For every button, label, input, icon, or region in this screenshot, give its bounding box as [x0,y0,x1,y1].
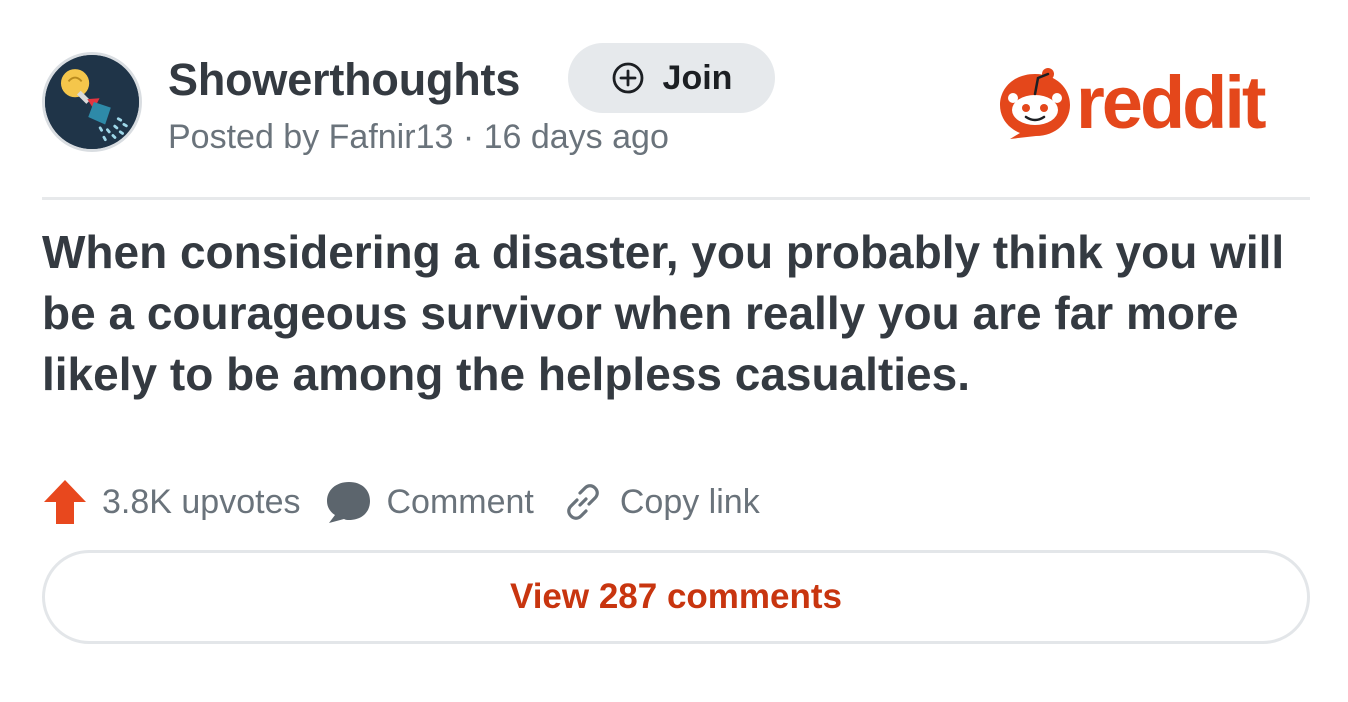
comment-label: Comment [386,482,534,521]
copy-link-label: Copy link [619,482,760,521]
upvote-button[interactable]: 3.8K upvotes [42,478,300,526]
post-meta: Posted by Fafnir13 · 16 days ago [168,118,669,156]
upvote-arrow-icon [44,480,86,524]
join-button[interactable]: Join [568,43,775,113]
link-icon [567,484,599,520]
reddit-wordmark: reddit [1076,61,1267,144]
subreddit-name[interactable]: Showerthoughts [168,54,520,106]
header-divider [42,197,1310,200]
showerhead-lightbulb-icon [45,55,139,149]
post-card: Showerthoughts Join Posted by Fafnir13 ·… [0,0,1348,702]
join-label: Join [662,58,733,97]
view-comments-label: View 287 comments [509,577,843,616]
post-title[interactable]: When considering a disaster, you probabl… [42,222,1302,405]
comment-button[interactable]: Comment [300,480,534,524]
subreddit-avatar[interactable] [42,52,142,152]
comment-bubble-icon [327,482,371,523]
plus-circle-icon [612,62,643,94]
copy-link-button[interactable]: Copy link [534,481,760,523]
snoo-icon [1000,68,1070,139]
post-actions: 3.8K upvotes Comment Copy link [42,476,760,528]
view-comments-button[interactable]: View 287 comments [42,550,1310,644]
upvote-count: 3.8K upvotes [102,482,301,521]
reddit-logo: reddit [996,66,1312,140]
